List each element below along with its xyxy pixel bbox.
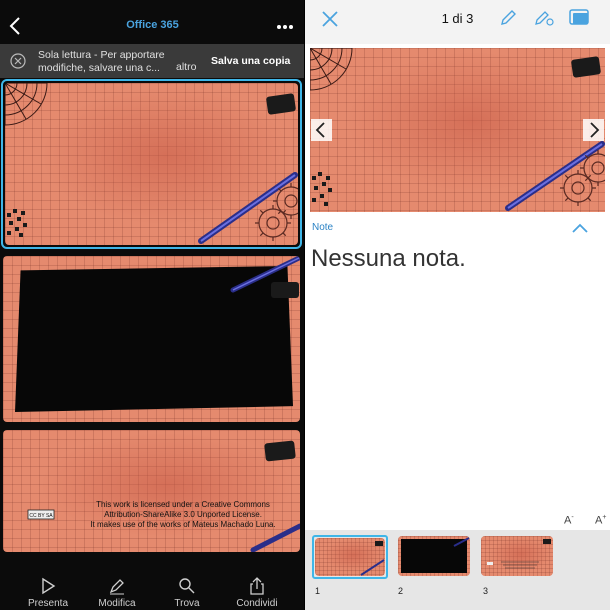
notes-label: Note — [312, 222, 334, 233]
read-only-banner: Sola lettura - Per apportare modifiche, … — [0, 44, 305, 78]
slide-artwork — [230, 256, 300, 298]
license-line-2: Attribution-ShareAlike 3.0 Unported Lice… — [104, 510, 262, 519]
thumbnail-number: 2 — [398, 586, 404, 596]
more-options-icon[interactable] — [276, 24, 294, 30]
share-icon — [250, 577, 264, 595]
slide-thumbnail-2[interactable] — [3, 256, 300, 422]
top-bar: Office 365 — [0, 0, 305, 44]
thumbnail-number: 3 — [483, 586, 489, 596]
current-slide[interactable] — [310, 48, 605, 212]
document-panel: Office 365 Sola lettura - Per apportare … — [0, 0, 305, 610]
slides-view-icon[interactable] — [568, 8, 590, 28]
tab-label: Presenta — [27, 598, 69, 609]
slide-artwork — [5, 83, 298, 244]
tab-trova[interactable]: Trova — [149, 560, 225, 610]
tab-modifica[interactable]: Modifica — [79, 560, 155, 610]
slide-artwork: CC BY SA — [27, 440, 300, 552]
pen-settings-icon[interactable] — [533, 8, 555, 28]
search-icon — [179, 578, 195, 594]
slide-artwork — [453, 537, 470, 547]
font-increase-button[interactable]: A+ — [595, 514, 606, 527]
tab-label: Modifica — [98, 598, 136, 609]
tab-presenta[interactable]: Presenta — [10, 560, 86, 610]
thumbnail-3[interactable] — [481, 536, 553, 576]
document-title: Office 365 — [126, 19, 179, 31]
license-line-3: It makes use of the works of Mateus Mach… — [90, 520, 276, 529]
close-banner-icon[interactable] — [10, 53, 26, 69]
slide-artwork — [360, 541, 385, 576]
thumbnail-strip: 1 2 3 — [305, 530, 610, 610]
notes-text: Nessuna nota. — [311, 245, 466, 272]
tab-condividi[interactable]: Condividi — [219, 560, 295, 610]
tab-label: Condividi — [236, 598, 278, 609]
viewer-top-bar: 1 di 3 — [305, 0, 610, 44]
chevron-left-icon — [315, 122, 325, 138]
pen-icon[interactable] — [498, 8, 518, 28]
slide-artwork — [487, 539, 551, 569]
slide-artwork — [310, 48, 605, 211]
slide-thumbnail-1[interactable] — [1, 79, 302, 249]
save-copy-button[interactable]: Salva una copia — [211, 55, 290, 67]
license-line-1: This work is licensed under a Creative C… — [96, 500, 270, 509]
font-decrease-button[interactable]: A- — [564, 514, 574, 527]
page-indicator: 1 di 3 — [441, 11, 474, 26]
tab-label: Trova — [174, 598, 200, 609]
slide-viewer-panel: 1 di 3 Note Nessuna nota. A- A+ 1 2 3 — [305, 0, 610, 610]
thumbnail-2[interactable] — [398, 536, 470, 576]
thumbnail-1[interactable] — [312, 535, 388, 579]
pen-icon — [109, 579, 124, 595]
bottom-toolbar: Presenta Modifica Trova Condividi — [0, 560, 305, 610]
svg-text:CC BY SA: CC BY SA — [29, 513, 53, 519]
more-link[interactable]: altro — [176, 61, 196, 73]
previous-slide-button[interactable] — [311, 119, 332, 141]
banner-text: Sola lettura - Per apportare modifiche, … — [38, 49, 165, 74]
play-icon — [42, 577, 56, 595]
eraser — [266, 93, 296, 115]
slide-thumbnail-3[interactable]: CC BY SA This work is licensed under a C… — [3, 430, 300, 552]
chevron-up-icon[interactable] — [571, 222, 589, 234]
next-slide-button[interactable] — [583, 119, 604, 141]
license-text: This work is licensed under a Creative C… — [73, 500, 293, 530]
chevron-right-icon — [590, 122, 600, 138]
thumbnail-number: 1 — [315, 586, 321, 596]
